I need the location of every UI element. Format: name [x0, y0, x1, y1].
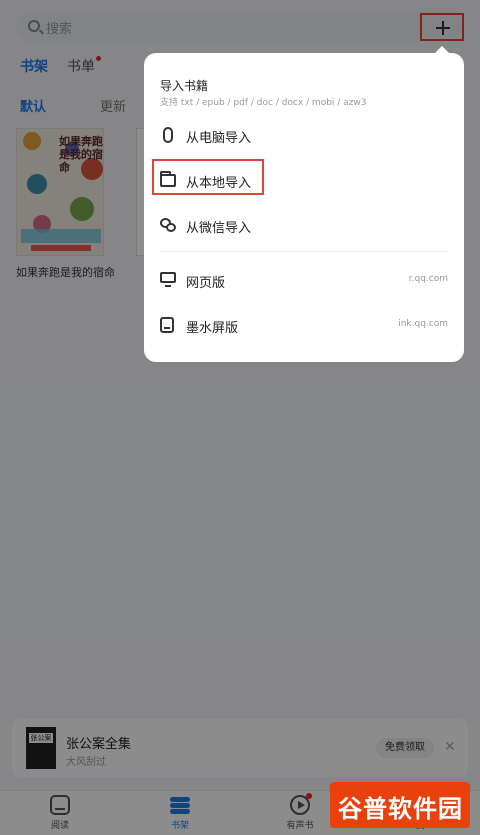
- import-from-wechat[interactable]: 从微信导入: [160, 213, 448, 239]
- import-from-computer-label: 从电脑导入: [186, 131, 252, 146]
- highlight-box-local-import: [152, 159, 264, 195]
- site-watermark: 谷普软件园: [330, 782, 470, 828]
- eink-version-link[interactable]: 墨水屏版 ink.qq.com: [160, 313, 448, 339]
- wechat-icon: [160, 217, 176, 233]
- monitor-icon: [160, 272, 176, 287]
- popup-subtitle: 支持 txt / epub / pdf / doc / docx / mobi …: [160, 98, 367, 108]
- eink-icon: [160, 317, 174, 333]
- paperclip-icon: [163, 127, 173, 143]
- popup-divider: [160, 251, 448, 252]
- web-version-label: 网页版: [186, 276, 226, 291]
- import-popup: 导入书籍 支持 txt / epub / pdf / doc / docx / …: [144, 46, 464, 362]
- watermark-text: 谷普软件园: [338, 795, 463, 823]
- popup-title: 导入书籍: [160, 79, 209, 93]
- eink-version-url: ink.qq.com: [398, 319, 448, 329]
- web-version-url: r.qq.com: [408, 274, 448, 284]
- eink-version-label: 墨水屏版: [186, 321, 239, 336]
- import-from-wechat-label: 从微信导入: [186, 221, 252, 236]
- web-version-link[interactable]: 网页版 r.qq.com: [160, 268, 448, 294]
- import-from-computer[interactable]: 从电脑导入: [160, 123, 448, 149]
